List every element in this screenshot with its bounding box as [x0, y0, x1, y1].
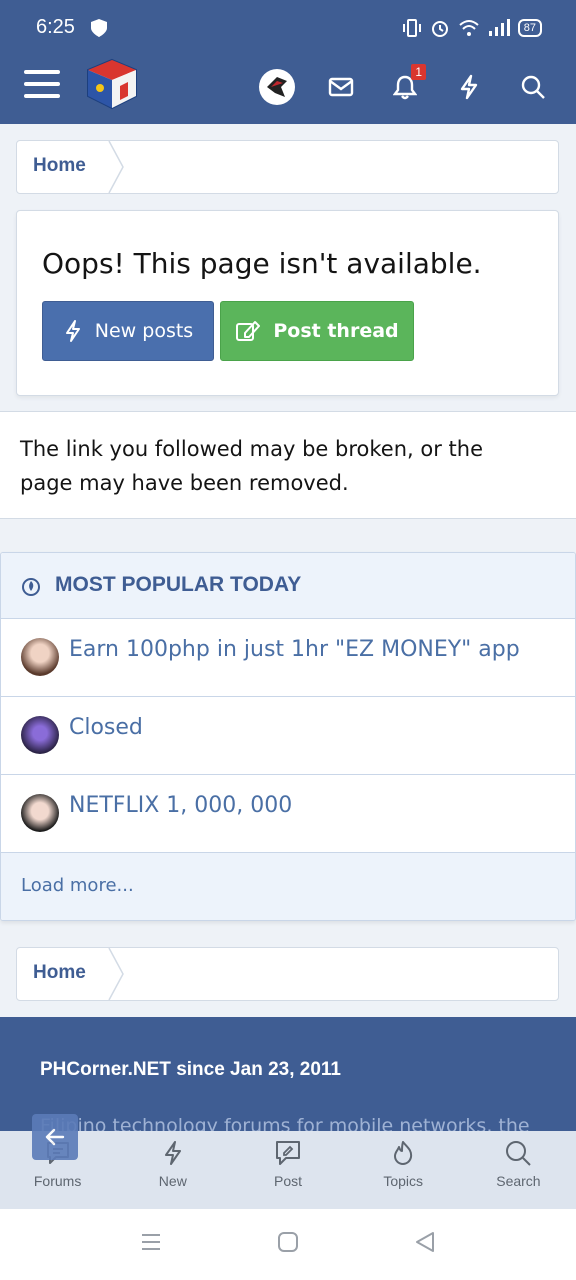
- signal-icon: [488, 19, 510, 36]
- thread-title[interactable]: NETFLIX 1, 000, 000: [69, 793, 292, 818]
- widget-title: MOST POPULAR TODAY: [55, 573, 302, 596]
- list-item[interactable]: Earn 100php in just 1hr "EZ MONEY" app: [1, 619, 575, 697]
- site-footer: PHCorner.NET since Jan 23, 2011 Filipino…: [0, 1017, 576, 1137]
- fire-icon: [22, 578, 40, 596]
- new-posts-button[interactable]: New posts: [42, 301, 214, 361]
- load-more-label: Load more...: [21, 875, 134, 896]
- vibrate-icon: [402, 19, 421, 37]
- list-item[interactable]: NETFLIX 1, 000, 000: [1, 775, 575, 853]
- nav-new-label: New: [158, 1173, 187, 1189]
- page-title: Oops! This page isn't available.: [42, 247, 482, 280]
- error-message: The link you followed may be broken, or …: [0, 411, 576, 519]
- nav-post[interactable]: Post: [230, 1131, 345, 1209]
- wifi-icon: [459, 20, 479, 36]
- lightning-icon: [164, 1141, 181, 1165]
- load-more-link[interactable]: Load more...: [1, 853, 575, 920]
- breadcrumb: Home: [16, 140, 559, 194]
- site-header: 1: [0, 56, 576, 124]
- system-nav-bar: [0, 1209, 576, 1280]
- error-message-text: The link you followed may be broken, or …: [20, 437, 483, 495]
- avatar: [21, 716, 59, 754]
- home-key-icon[interactable]: [277, 1231, 299, 1253]
- nav-topics-label: Topics: [383, 1173, 424, 1189]
- nav-search-label: Search: [496, 1173, 541, 1189]
- status-bar: 6:25 87: [0, 0, 576, 56]
- phcorner-logo[interactable]: [84, 56, 140, 112]
- most-popular-widget: MOST POPULAR TODAY Earn 100php in just 1…: [0, 552, 576, 921]
- thread-title[interactable]: Closed: [69, 715, 143, 740]
- nav-new[interactable]: New: [115, 1131, 230, 1209]
- system-icons: 87: [402, 18, 542, 38]
- new-posts-label: New posts: [94, 320, 194, 342]
- breadcrumb-home[interactable]: Home: [33, 962, 86, 984]
- hamburger-icon[interactable]: [24, 70, 60, 102]
- widget-header: MOST POPULAR TODAY: [1, 553, 575, 619]
- header-actions: 1: [254, 64, 556, 110]
- alarm-icon: [431, 21, 448, 37]
- bell-icon[interactable]: 1: [382, 64, 428, 110]
- search-icon: [506, 1141, 532, 1166]
- breadcrumb-chevron-icon: [108, 141, 124, 193]
- edit-icon: [236, 321, 261, 341]
- arrow-left-icon: [45, 1128, 65, 1146]
- back-key-icon[interactable]: [414, 1231, 436, 1253]
- footer-since: PHCorner.NET since Jan 23, 2011: [40, 1059, 341, 1080]
- back-to-top-button[interactable]: [32, 1114, 78, 1160]
- account-avatar[interactable]: [254, 64, 300, 110]
- avatar: [259, 69, 295, 105]
- lightning-icon[interactable]: [446, 64, 492, 110]
- thread-title[interactable]: Earn 100php in just 1hr "EZ MONEY" app: [69, 637, 520, 662]
- nav-search[interactable]: Search: [461, 1131, 576, 1209]
- battery-icon: 87: [517, 19, 542, 37]
- post-icon: [276, 1141, 300, 1165]
- avatar: [21, 794, 59, 832]
- recent-apps-icon[interactable]: [140, 1231, 162, 1253]
- shield-icon: [90, 18, 108, 42]
- avatar: [21, 638, 59, 676]
- breadcrumb-home[interactable]: Home: [33, 155, 86, 177]
- lightning-icon: [65, 320, 80, 342]
- nav-forums-label: Forums: [33, 1173, 82, 1189]
- notification-badge: 1: [411, 64, 426, 80]
- status-time: 6:25: [36, 16, 75, 38]
- breadcrumb-chevron-icon: [108, 948, 124, 1000]
- post-thread-label: Post thread: [273, 320, 399, 342]
- bottom-nav: Forums New Post Topics Search: [0, 1131, 576, 1209]
- list-item[interactable]: Closed: [1, 697, 575, 775]
- mail-icon[interactable]: [318, 64, 364, 110]
- post-thread-button[interactable]: Post thread: [220, 301, 414, 361]
- error-block: Oops! This page isn't available. New pos…: [16, 210, 559, 396]
- nav-post-label: Post: [274, 1173, 303, 1189]
- fire-icon: [394, 1141, 413, 1165]
- nav-topics[interactable]: Topics: [346, 1131, 461, 1209]
- breadcrumb: Home: [16, 947, 559, 1001]
- search-icon[interactable]: [510, 64, 556, 110]
